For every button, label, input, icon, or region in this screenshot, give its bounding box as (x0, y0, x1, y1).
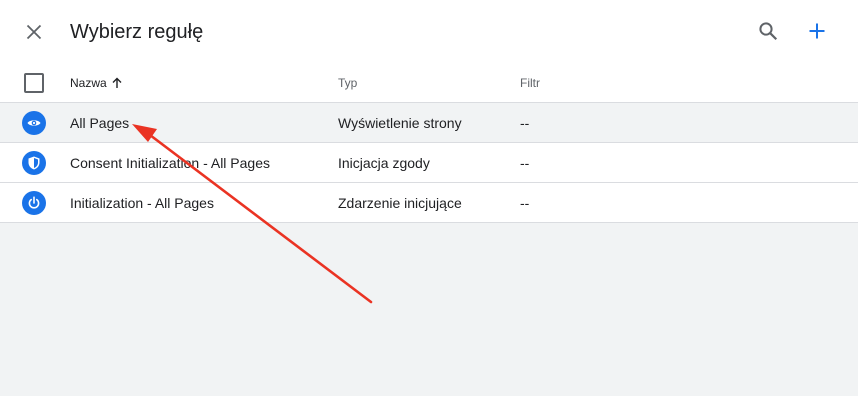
table-row[interactable]: Initialization - All Pages Zdarzenie ini… (0, 183, 858, 223)
trigger-filter: -- (520, 195, 530, 211)
select-all-checkbox[interactable] (24, 73, 44, 93)
search-icon (759, 22, 778, 41)
column-header-filter[interactable]: Filtr (520, 75, 540, 91)
close-button[interactable] (18, 16, 50, 48)
search-button[interactable] (752, 15, 784, 47)
trigger-type: Inicjacja zgody (338, 155, 430, 171)
table-row[interactable]: All Pages Wyświetlenie strony -- (0, 103, 858, 143)
trigger-filter: -- (520, 115, 530, 131)
trigger-picker-page: Wybierz regułę Nazwa Typ Filtr All Pages… (0, 0, 858, 396)
trigger-name[interactable]: Consent Initialization - All Pages (70, 154, 270, 172)
plus-icon (809, 23, 825, 39)
table-header: Nazwa Typ Filtr (0, 64, 858, 103)
column-header-name-label: Nazwa (70, 76, 107, 90)
trigger-type: Wyświetlenie strony (338, 115, 462, 131)
trigger-type-badge (22, 111, 46, 135)
close-icon (26, 24, 42, 40)
table-row[interactable]: Consent Initialization - All Pages Inicj… (0, 143, 858, 183)
page-title: Wybierz regułę (70, 21, 204, 43)
add-trigger-button[interactable] (801, 15, 833, 47)
eye-icon (27, 120, 41, 126)
shield-icon (28, 156, 40, 170)
triggers-table: Nazwa Typ Filtr All Pages Wyświetlenie s… (0, 64, 858, 223)
header-bar: Wybierz regułę (0, 0, 858, 64)
trigger-type: Zdarzenie inicjujące (338, 195, 462, 211)
trigger-name[interactable]: Initialization - All Pages (70, 194, 214, 212)
power-icon (28, 196, 40, 209)
column-header-name[interactable]: Nazwa (70, 75, 123, 91)
trigger-type-badge (22, 151, 46, 175)
trigger-name[interactable]: All Pages (70, 114, 129, 132)
arrow-up-icon (112, 77, 122, 88)
column-header-type[interactable]: Typ (338, 75, 357, 91)
trigger-type-badge (22, 191, 46, 215)
trigger-filter: -- (520, 155, 530, 171)
